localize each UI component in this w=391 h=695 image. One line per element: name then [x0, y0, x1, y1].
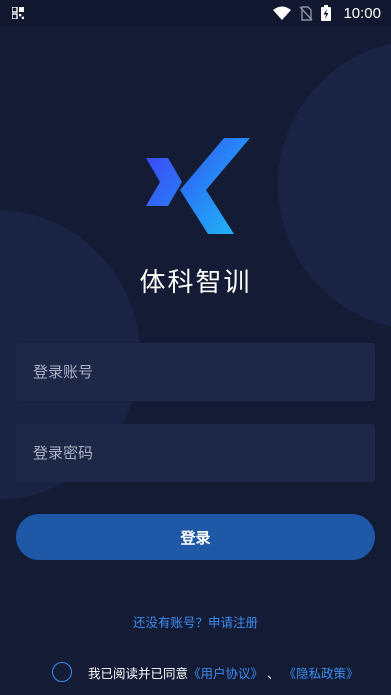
password-field[interactable] [16, 424, 375, 482]
agreement-prefix: 我已阅读并已同意 [88, 665, 189, 681]
wifi-icon [273, 6, 292, 20]
qr-grid-icon [12, 7, 24, 19]
status-bar: 10:00 [0, 0, 391, 26]
status-right: 10:00 [273, 5, 381, 22]
login-button[interactable]: 登录 [16, 514, 375, 560]
x-chevron-logo-icon [146, 138, 250, 234]
no-sim-icon [299, 5, 313, 21]
password-input[interactable] [33, 444, 375, 462]
app-name: 体科智训 [139, 268, 252, 298]
login-screen: 10:00 体科智训 登录 还没有账号？申请注册 我已阅读并已同意 《用户协议》… [0, 0, 391, 695]
agree-checkbox[interactable] [52, 662, 72, 682]
account-input[interactable] [33, 363, 375, 381]
account-field[interactable] [16, 343, 375, 401]
user-agreement-link[interactable]: 《用户协议》 [188, 663, 263, 682]
agreement-separator: 、 [267, 665, 280, 681]
status-time: 10:00 [343, 4, 381, 22]
agreement-row: 我已阅读并已同意 《用户协议》 、 《隐私政策》 [52, 660, 359, 684]
register-link[interactable]: 还没有账号？申请注册 [0, 612, 391, 631]
status-left [12, 7, 24, 19]
privacy-policy-link[interactable]: 《隐私政策》 [284, 663, 359, 682]
battery-charging-icon [321, 5, 332, 21]
